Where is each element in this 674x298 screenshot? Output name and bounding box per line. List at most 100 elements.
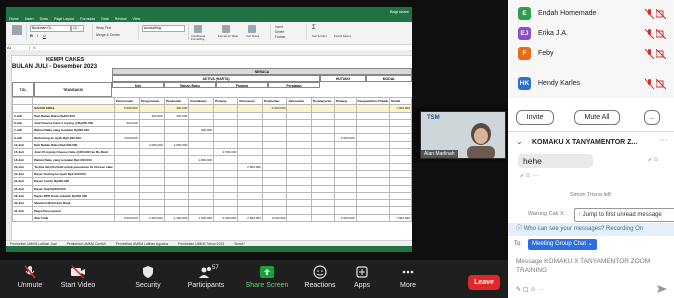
value-cell[interactable] bbox=[286, 104, 313, 113]
start-video-button[interactable]: Start Video bbox=[56, 265, 100, 289]
value-cell[interactable] bbox=[311, 169, 335, 179]
value-cell[interactable] bbox=[333, 104, 357, 113]
value-cell[interactable] bbox=[286, 162, 313, 171]
value-cell[interactable] bbox=[355, 177, 391, 186]
italic-icon[interactable]: I bbox=[37, 33, 38, 38]
more-dots-icon[interactable]: ··· bbox=[538, 287, 544, 293]
value-cell[interactable] bbox=[237, 140, 263, 150]
value-cell[interactable] bbox=[355, 213, 391, 223]
value-cell[interactable] bbox=[163, 148, 190, 157]
value-cell[interactable]: 400.000 bbox=[138, 111, 165, 120]
value-cell[interactable] bbox=[311, 177, 335, 186]
value-cell[interactable] bbox=[333, 148, 357, 157]
reaction-icons[interactable]: ⤶ ☺ ··· bbox=[520, 173, 539, 180]
value-cell[interactable] bbox=[113, 155, 140, 164]
value-cell[interactable] bbox=[237, 199, 263, 208]
sub-header-cell[interactable]: Pengambilan Pribadi bbox=[355, 96, 391, 106]
font-name-select[interactable]: Bookman Ol... bbox=[30, 25, 71, 32]
value-cell[interactable] bbox=[113, 206, 140, 215]
value-cell[interactable]: 300.000 bbox=[188, 126, 215, 135]
value-cell[interactable] bbox=[188, 162, 215, 171]
apps-button[interactable]: Apps bbox=[348, 265, 376, 289]
value-cell[interactable] bbox=[113, 177, 140, 186]
value-cell[interactable] bbox=[237, 111, 263, 120]
date-cell[interactable]: 6-Juli bbox=[11, 118, 34, 128]
value-cell[interactable]: 2.000.000 bbox=[163, 140, 190, 150]
chat-recipient-select[interactable]: Meeting Group Chat ⌄ bbox=[528, 239, 597, 250]
value-cell[interactable] bbox=[333, 155, 357, 164]
merge-center-button[interactable]: Merge & Centre bbox=[96, 33, 120, 37]
format-table-icon[interactable] bbox=[222, 25, 230, 33]
value-cell[interactable] bbox=[286, 126, 313, 135]
value-cell[interactable]: 2.000.000 bbox=[138, 140, 165, 150]
value-cell[interactable]: 7.000.000 bbox=[389, 104, 412, 113]
value-cell[interactable] bbox=[138, 162, 165, 171]
transaction-cell[interactable]: Bayar Gaji Rp500.000 bbox=[32, 184, 115, 193]
cell-styles-icon[interactable] bbox=[248, 25, 256, 33]
transaction-cell[interactable]: Membeli Mobil dari Bank bbox=[32, 199, 115, 208]
value-cell[interactable] bbox=[261, 126, 288, 135]
value-cell[interactable] bbox=[311, 155, 335, 164]
value-cell[interactable] bbox=[333, 191, 357, 201]
value-cell[interactable] bbox=[286, 169, 313, 179]
date-cell[interactable] bbox=[11, 213, 34, 223]
value-cell[interactable]: 300.000 bbox=[163, 104, 190, 113]
value-cell[interactable] bbox=[389, 155, 412, 164]
date-cell[interactable]: 28-Juli bbox=[11, 191, 34, 201]
share-screen-button[interactable]: Share Screen bbox=[242, 265, 292, 289]
transaction-cell[interactable]: Bayar BPP Kode sebelah Rp500.000 bbox=[32, 191, 115, 201]
value-cell[interactable] bbox=[163, 126, 190, 135]
value-cell[interactable]: 500.000 bbox=[113, 118, 140, 128]
tab-review[interactable]: Review bbox=[115, 17, 127, 21]
value-cell[interactable] bbox=[237, 184, 263, 193]
value-cell[interactable] bbox=[333, 126, 357, 135]
value-cell[interactable] bbox=[261, 184, 288, 193]
value-cell[interactable] bbox=[389, 184, 412, 193]
value-cell[interactable] bbox=[188, 111, 215, 120]
value-cell[interactable] bbox=[188, 133, 215, 142]
value-cell[interactable] bbox=[311, 162, 335, 171]
date-cell[interactable]: 15-Juli bbox=[11, 148, 34, 157]
value-cell[interactable] bbox=[355, 133, 391, 142]
send-icon[interactable] bbox=[656, 284, 668, 294]
value-cell[interactable] bbox=[355, 148, 391, 157]
value-cell[interactable] bbox=[286, 177, 313, 186]
sub-header-cell[interactable]: Penerimaan bbox=[113, 96, 140, 106]
value-cell[interactable] bbox=[311, 199, 335, 208]
delete-button[interactable]: Delete bbox=[275, 30, 284, 34]
value-cell[interactable] bbox=[213, 162, 239, 171]
date-cell[interactable]: 3-Juli bbox=[11, 111, 34, 120]
value-cell[interactable] bbox=[138, 177, 165, 186]
participant-row[interactable]: F Feby bbox=[508, 44, 674, 64]
value-cell[interactable] bbox=[286, 155, 313, 164]
wrap-text-button[interactable]: Wrap Text bbox=[96, 26, 111, 30]
value-cell[interactable] bbox=[389, 140, 412, 150]
value-cell[interactable] bbox=[138, 126, 165, 135]
value-cell[interactable] bbox=[311, 104, 335, 113]
value-cell[interactable] bbox=[261, 155, 288, 164]
bold-icon[interactable]: B bbox=[30, 33, 33, 38]
value-cell[interactable] bbox=[389, 111, 412, 120]
value-cell[interactable] bbox=[188, 169, 215, 179]
value-cell[interactable] bbox=[389, 133, 412, 142]
transaction-cell[interactable]: Bahan Baku yang terpakai Rp300.000 bbox=[32, 126, 115, 135]
value-cell[interactable]: 2.500.000 bbox=[237, 162, 263, 171]
find-select-button[interactable]: Find & Select bbox=[334, 34, 351, 38]
value-cell[interactable] bbox=[163, 184, 190, 193]
value-cell[interactable] bbox=[163, 118, 190, 128]
participants-list[interactable]: E Endah Homemade EJ Erika J.A. F Feby HK… bbox=[508, 0, 674, 98]
value-cell[interactable] bbox=[213, 155, 239, 164]
value-cell[interactable] bbox=[163, 177, 190, 186]
value-cell[interactable] bbox=[286, 199, 313, 208]
value-cell[interactable]: 2.500.000 bbox=[213, 148, 239, 157]
value-cell[interactable] bbox=[188, 140, 215, 150]
value-cell[interactable] bbox=[213, 191, 239, 201]
value-cell[interactable] bbox=[237, 104, 263, 113]
value-cell[interactable] bbox=[237, 177, 263, 186]
value-cell[interactable] bbox=[113, 199, 140, 208]
paste-icon[interactable] bbox=[12, 25, 22, 35]
date-cell[interactable]: 9-Juli bbox=[11, 133, 34, 142]
reactions-button[interactable]: Reactions bbox=[300, 265, 340, 289]
value-cell[interactable] bbox=[286, 184, 313, 193]
value-cell[interactable] bbox=[163, 162, 190, 171]
